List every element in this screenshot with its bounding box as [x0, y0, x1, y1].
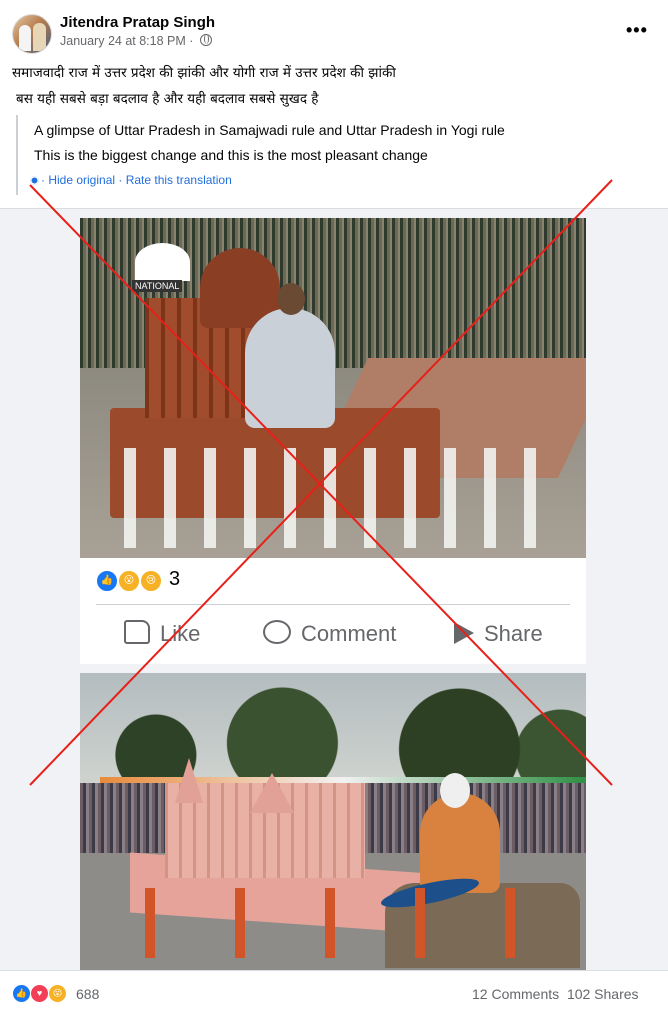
- wow-reaction-icon: 😮: [118, 570, 140, 592]
- like-icon: [124, 620, 150, 644]
- like-label: Like: [160, 621, 201, 646]
- photo-samajwadi-float[interactable]: NATIONAL: [80, 218, 586, 558]
- post-footer: 👍 ♥ 😮 688 12 Comments 102 Shares: [0, 970, 668, 1013]
- comment-button[interactable]: Comment: [263, 618, 396, 650]
- like-button[interactable]: Like: [124, 618, 200, 650]
- photo2-spire-left: [175, 758, 203, 803]
- sad-reaction-icon: 😢: [140, 570, 162, 592]
- gear-icon: [30, 176, 39, 185]
- globe-icon: [199, 34, 212, 46]
- translation-actions[interactable]: · Hide original · Rate this translation: [30, 173, 232, 187]
- card-divider: [96, 604, 570, 605]
- comment-label: Comment: [301, 621, 397, 646]
- translation-block: A glimpse of Uttar Pradesh in Samajwadi …: [16, 115, 658, 195]
- photo-yogi-float[interactable]: [80, 673, 586, 970]
- footer-reaction-count[interactable]: 688: [76, 986, 99, 1002]
- translation-line-1: A glimpse of Uttar Pradesh in Samajwadi …: [34, 122, 505, 138]
- meta-separator: ·: [189, 34, 194, 48]
- photo2-dancers: [105, 888, 585, 958]
- post-text-line-1: समाजवादी राज में उत्तर प्रदेश की झांकी औ…: [12, 65, 396, 81]
- footer-wow-icon: 😮: [48, 984, 67, 1003]
- share-button[interactable]: Share: [454, 618, 543, 650]
- card-reaction-count[interactable]: 3: [169, 568, 180, 591]
- share-icon: [454, 622, 474, 644]
- avatar[interactable]: [12, 14, 52, 54]
- photo2-spire-center: [250, 773, 294, 813]
- shares-count[interactable]: 102 Shares: [567, 986, 639, 1002]
- hide-original-link[interactable]: · Hide original · Rate this translation: [41, 173, 232, 187]
- like-reaction-icon: 👍: [96, 570, 118, 592]
- footer-love-icon: ♥: [30, 984, 49, 1003]
- author-name[interactable]: Jitendra Pratap Singh: [60, 14, 215, 31]
- post-timestamp[interactable]: January 24 at 8:18 PM: [60, 34, 186, 48]
- photo1-people: [110, 448, 550, 548]
- more-icon[interactable]: •••: [626, 20, 648, 41]
- photo1-saint-figure: [245, 308, 335, 428]
- footer-stats: 12 Comments 102 Shares: [472, 986, 639, 1002]
- avatar-figure-left: [19, 25, 31, 51]
- footer-like-icon: 👍: [12, 984, 31, 1003]
- national-logo-text: NATIONAL: [132, 280, 183, 292]
- comments-count[interactable]: 12 Comments: [472, 986, 559, 1002]
- post-text-line-2: बस यही सबसे बड़ा बदलाव है और यही बदलाव स…: [16, 91, 319, 107]
- national-logo: [135, 243, 190, 281]
- photo2-sage-head: [440, 773, 470, 808]
- post-meta: January 24 at 8:18 PM ·: [60, 34, 212, 48]
- avatar-figure-right: [33, 23, 46, 51]
- post-header: Jitendra Pratap Singh January 24 at 8:18…: [0, 0, 668, 60]
- photo1-saint-head: [277, 283, 305, 315]
- share-label: Share: [484, 621, 543, 646]
- embedded-post-card: 👍 😮 😢 3 Like Comment Share: [80, 558, 586, 664]
- translation-line-2: This is the biggest change and this is t…: [34, 147, 428, 163]
- comment-icon: [263, 620, 291, 644]
